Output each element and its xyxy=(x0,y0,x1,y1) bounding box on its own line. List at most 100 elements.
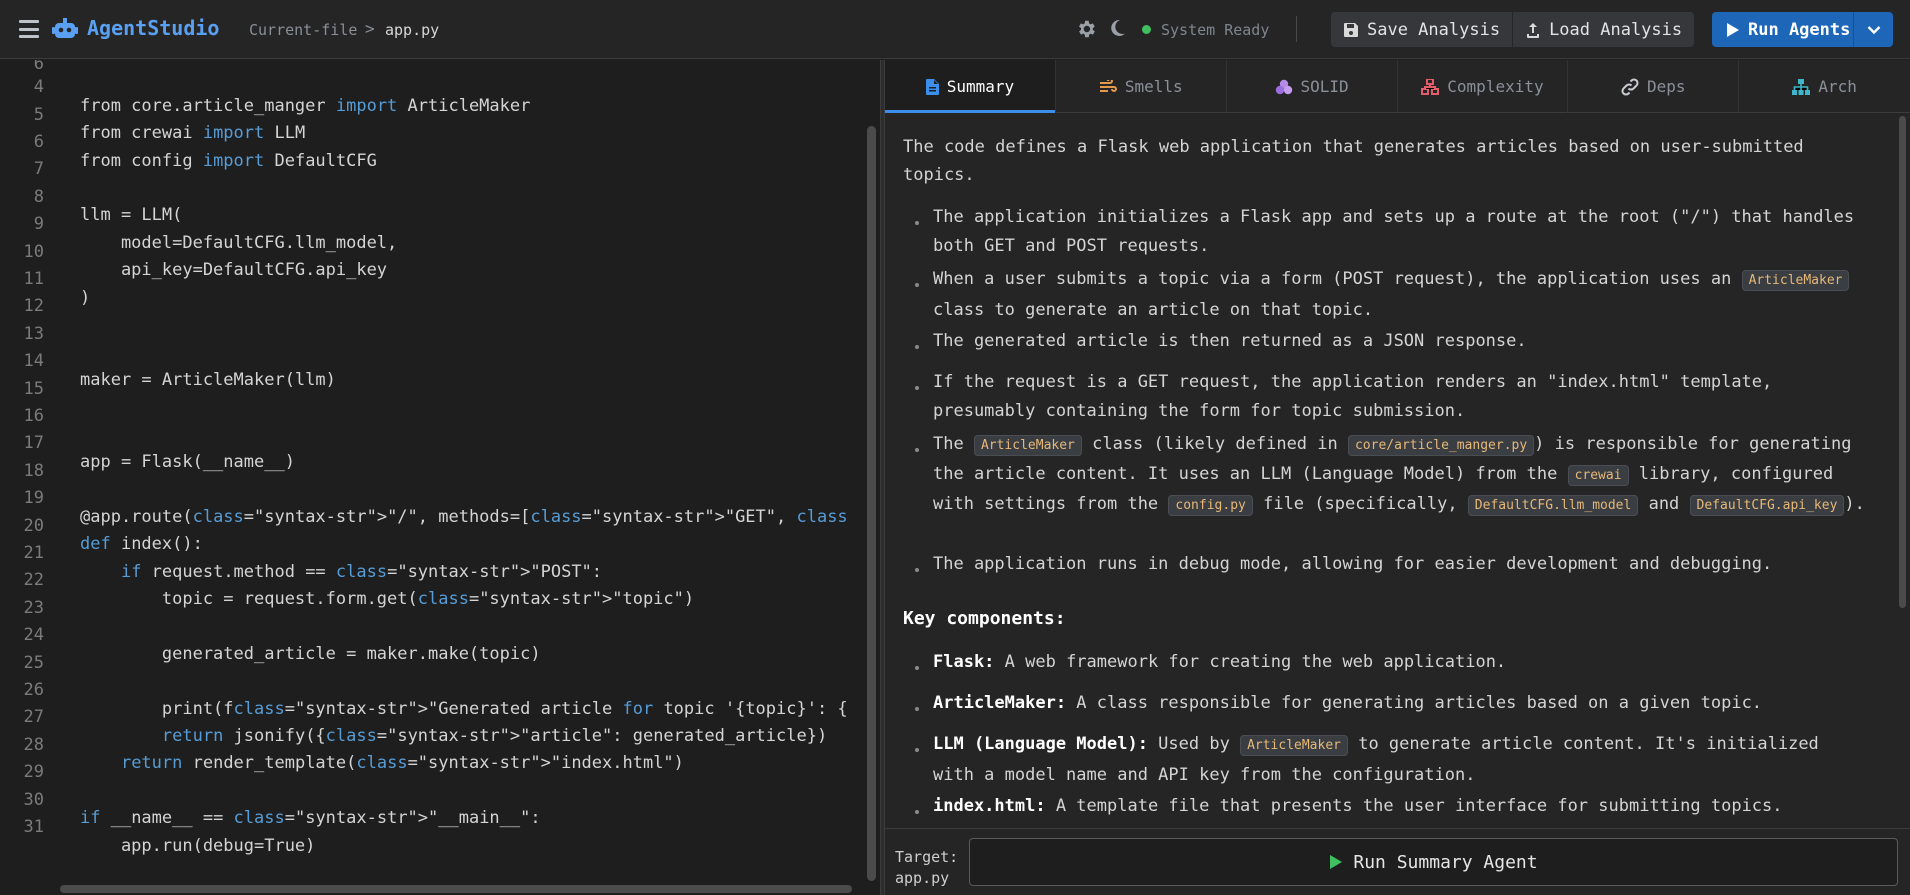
robot-icon xyxy=(52,18,78,38)
analysis-button-group: Save Analysis Load Analysis xyxy=(1331,12,1695,47)
run-agents-dropdown-button[interactable] xyxy=(1853,12,1893,47)
run-summary-agent-button[interactable]: Run Summary Agent xyxy=(969,838,1898,886)
load-analysis-button[interactable]: Load Analysis xyxy=(1513,12,1695,47)
line-number: 26 xyxy=(23,680,44,700)
tab-summary[interactable]: Summary xyxy=(885,60,1056,113)
line-number: 12 xyxy=(23,296,44,316)
play-icon xyxy=(1330,855,1343,869)
line-number: 29 xyxy=(23,762,44,782)
sitemap-icon xyxy=(1792,78,1811,95)
inline-code: ArticleMaker xyxy=(1240,735,1348,756)
run-agents-group: Run Agents xyxy=(1712,12,1893,47)
tab-arch[interactable]: Arch xyxy=(1739,60,1910,113)
tab-label: Summary xyxy=(946,77,1015,96)
upload-icon xyxy=(1527,22,1540,38)
line-number: 18 xyxy=(23,461,44,481)
run-agents-button[interactable]: Run Agents xyxy=(1712,12,1853,47)
line-number: 8 xyxy=(33,187,44,207)
save-icon xyxy=(1344,22,1358,37)
load-analysis-label: Load Analysis xyxy=(1549,19,1683,40)
top-bar: AgentStudio Current-file > app.py System… xyxy=(0,0,1910,59)
link-icon xyxy=(1621,77,1639,96)
code-line: app.run(debug=True) xyxy=(80,836,316,856)
inline-code: ArticleMaker xyxy=(1741,270,1850,291)
save-analysis-button[interactable]: Save Analysis xyxy=(1331,12,1514,47)
line-number: 22 xyxy=(23,570,44,590)
code-line: print(fclass="syntax-str">"Generated art… xyxy=(80,699,848,719)
code-line: api_key=DefaultCFG.api_key xyxy=(80,260,388,280)
code-line: if __name__ == class="syntax-str">"__mai… xyxy=(80,808,541,828)
code-line: return render_template(class="syntax-str… xyxy=(120,753,684,773)
line-number: 30 xyxy=(23,790,44,810)
code-line: model=DefaultCFG.llm_model, xyxy=(80,233,398,253)
tab-label: Complexity xyxy=(1447,77,1544,96)
line-number: 5 xyxy=(33,105,44,125)
tab-smells[interactable]: Smells xyxy=(1056,60,1227,113)
tab-label: Deps xyxy=(1647,77,1686,96)
line-number: 6 xyxy=(33,60,44,74)
tab-label: Arch xyxy=(1818,77,1857,96)
analysis-tabs: Summary Smells SOLID Complexity Deps Arc… xyxy=(885,60,1910,113)
line-number: 19 xyxy=(23,488,44,508)
run-agents-label: Run Agents xyxy=(1748,19,1851,40)
play-icon xyxy=(1727,22,1739,37)
code-line: llm = LLM( xyxy=(80,205,183,225)
line-number: 17 xyxy=(23,433,44,453)
status-text: System Ready xyxy=(1161,21,1270,39)
summary-intro: The code defines a Flask web application… xyxy=(903,137,1804,185)
document-icon xyxy=(925,78,939,95)
tab-complexity[interactable]: Complexity xyxy=(1398,60,1569,113)
run-summary-label: Run Summary Agent xyxy=(1353,851,1538,873)
inline-code: crewai xyxy=(1567,465,1629,486)
tab-solid[interactable]: SOLID xyxy=(1227,60,1398,113)
complexity-icon xyxy=(1421,78,1440,95)
summary-body: The code defines a Flask web application… xyxy=(903,133,1903,828)
line-number: 11 xyxy=(23,269,44,289)
tab-deps[interactable]: Deps xyxy=(1568,60,1740,113)
inline-code: ArticleMaker xyxy=(973,435,1082,456)
code-line: maker = ArticleMaker(llm) xyxy=(80,370,336,390)
code-line: def index(): xyxy=(80,534,203,554)
line-number: 21 xyxy=(23,543,44,563)
code-line: from config import DefaultCFG xyxy=(80,151,377,171)
code-line: from core.article_manger import ArticleM… xyxy=(80,96,531,116)
line-number: 31 xyxy=(23,817,44,837)
line-number: 20 xyxy=(23,516,44,536)
code-line: topic = request.form.get(class="syntax-s… xyxy=(80,589,695,609)
line-number: 27 xyxy=(23,707,44,727)
line-number: 15 xyxy=(23,379,44,399)
line-number: 9 xyxy=(33,214,44,234)
gear-icon[interactable] xyxy=(1075,18,1097,40)
app-title: AgentStudio xyxy=(87,16,220,40)
line-number: 4 xyxy=(33,77,44,97)
moon-icon[interactable] xyxy=(1107,18,1127,38)
line-number-gutter: 6 4 5 6 7 8 9 10 11 12 13 14 15 16 17 18… xyxy=(0,60,52,895)
target-label: Target: app.py xyxy=(895,848,959,887)
inline-code: DefaultCFG.api_key xyxy=(1689,495,1845,516)
code-editor[interactable]: 6 4 5 6 7 8 9 10 11 12 13 14 15 16 17 18… xyxy=(0,60,880,895)
status-indicator-icon xyxy=(1142,25,1151,34)
code-line: @app.route(class="syntax-str">"/", metho… xyxy=(80,507,848,527)
editor-vertical-scroll-thumb[interactable] xyxy=(867,126,876,881)
line-number: 23 xyxy=(23,598,44,618)
line-number: 14 xyxy=(23,351,44,371)
smells-icon xyxy=(1099,79,1117,92)
breadcrumb-current[interactable]: Current-file xyxy=(249,21,357,39)
solid-icon xyxy=(1275,79,1292,94)
breadcrumb-file: app.py xyxy=(385,21,440,39)
line-number: 10 xyxy=(23,242,44,262)
inline-code: config.py xyxy=(1168,495,1253,516)
chevron-down-icon xyxy=(1867,25,1880,34)
header-divider xyxy=(1296,16,1297,42)
agent-footer: Target: app.py Run Summary Agent xyxy=(885,828,1910,895)
code-line: if request.method == class="syntax-str">… xyxy=(120,562,603,582)
menu-icon[interactable] xyxy=(19,20,39,38)
line-number: 13 xyxy=(23,324,44,344)
save-analysis-label: Save Analysis xyxy=(1367,19,1501,40)
editor-horizontal-scroll-thumb[interactable] xyxy=(60,885,852,893)
tab-label: Smells xyxy=(1124,77,1183,96)
tab-label: SOLID xyxy=(1300,77,1349,96)
line-number: 7 xyxy=(33,159,44,179)
line-number: 16 xyxy=(23,406,44,426)
breadcrumb-separator: > xyxy=(365,19,375,38)
